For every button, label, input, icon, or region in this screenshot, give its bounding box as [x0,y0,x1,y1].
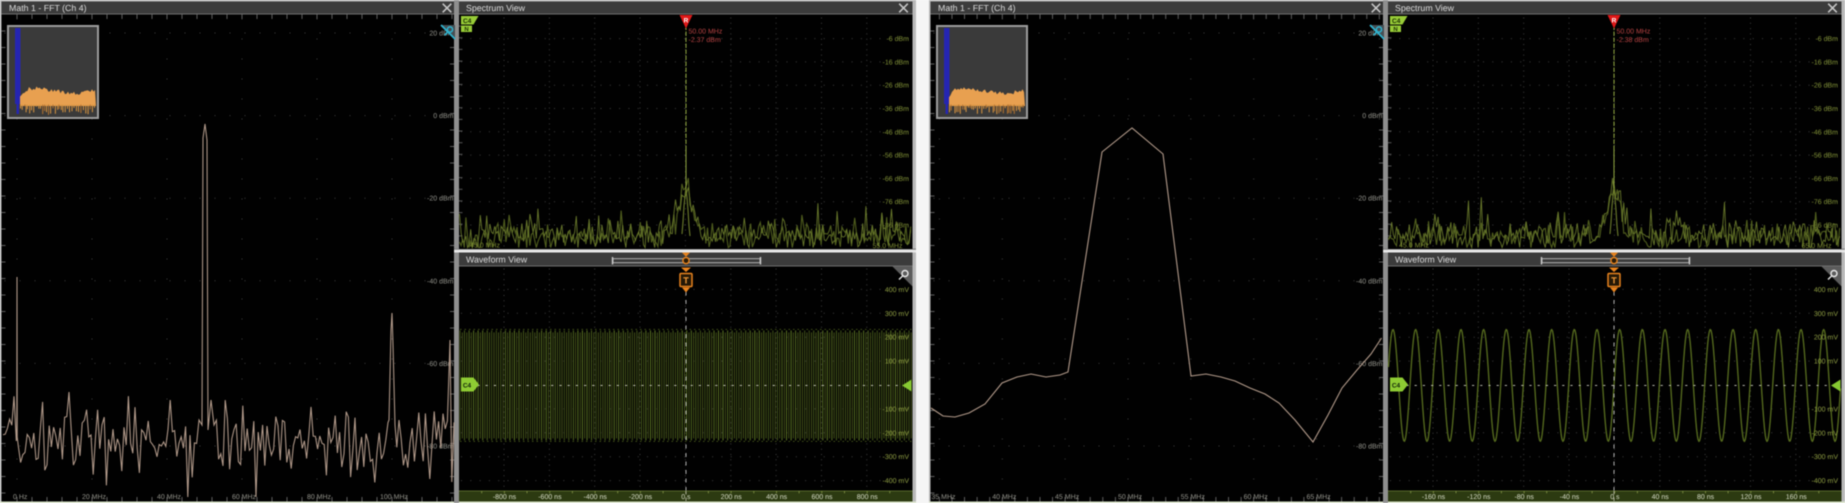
svg-text:80 MHz: 80 MHz [307,494,332,501]
svg-text:300 mV: 300 mV [1814,311,1838,318]
svg-text:-400 ns: -400 ns [584,494,608,501]
svg-text:R: R [684,18,689,25]
svg-text:-76 dBm: -76 dBm [883,198,910,206]
svg-text:40 MHz: 40 MHz [157,494,182,501]
svg-text:-16 dBm: -16 dBm [883,58,910,66]
svg-text:-300 mV: -300 mV [883,454,910,461]
svg-text:-46 dBm: -46 dBm [1812,128,1839,136]
svg-text:100 mV: 100 mV [1814,359,1838,366]
svg-text:300 mV: 300 mV [885,311,909,318]
svg-text:600 ns: 600 ns [811,494,833,501]
svg-text:800 ns: 800 ns [857,494,879,501]
svg-text:N: N [1393,26,1397,33]
svg-text:-66 dBm: -66 dBm [883,175,910,183]
svg-text:160 ns: 160 ns [1786,494,1808,501]
svg-text:100 MHz: 100 MHz [380,494,409,501]
svg-text:-2.37 dBm: -2.37 dBm [689,36,721,44]
svg-text:-26 dBm: -26 dBm [883,82,910,90]
svg-text:C4: C4 [1392,18,1401,25]
svg-text:0 s: 0 s [1610,494,1620,501]
svg-text:60 MHz: 60 MHz [232,494,257,501]
svg-text:40 MHz: 40 MHz [992,494,1017,501]
svg-text:45.0 MHz: 45.0 MHz [470,243,500,250]
svg-text:C4: C4 [1392,383,1401,390]
svg-text:-56 dBm: -56 dBm [1812,152,1839,160]
svg-text:0 dBm: 0 dBm [1362,112,1382,120]
svg-text:20 MHz: 20 MHz [82,494,107,501]
svg-text:-66 dBm: -66 dBm [1812,175,1839,183]
svg-text:55 MHz: 55 MHz [1181,494,1206,501]
svg-text:-20 dBm: -20 dBm [427,195,454,203]
svg-text:35 MHz: 35 MHz [931,494,956,501]
svg-text:0 Hz: 0 Hz [13,494,28,501]
svg-text:N: N [464,26,468,33]
svg-text:-40 ns: -40 ns [1560,494,1580,501]
svg-text:C4: C4 [463,18,472,25]
svg-text:45.0 MHz: 45.0 MHz [1399,243,1429,250]
svg-text:45 MHz: 45 MHz [1055,494,1080,501]
svg-text:C4: C4 [463,383,472,390]
svg-text:50.00 MHz: 50.00 MHz [1617,29,1651,36]
svg-text:-200 ns: -200 ns [629,494,653,501]
svg-text:40 ns: 40 ns [1652,494,1670,501]
svg-text:-6 dBm: -6 dBm [1815,35,1838,43]
svg-text:Spectrum View: Spectrum View [1395,3,1455,13]
svg-text:-800 ns: -800 ns [493,494,517,501]
svg-text:-80 dBm: -80 dBm [1356,443,1383,451]
svg-text:0 dBm: 0 dBm [433,112,453,120]
svg-text:-600 ns: -600 ns [538,494,562,501]
svg-text:T: T [1611,276,1617,286]
svg-text:-36 dBm: -36 dBm [883,105,910,113]
svg-text:Spectrum View: Spectrum View [466,3,526,13]
svg-text:200 mV: 200 mV [1814,335,1838,342]
svg-text:-100 mV: -100 mV [1812,406,1839,413]
svg-text:-100 mV: -100 mV [883,406,910,413]
svg-text:R: R [1612,18,1617,25]
svg-text:-2.38 dBm: -2.38 dBm [1617,36,1649,44]
svg-text:Math 1 - FFT (Ch 4): Math 1 - FFT (Ch 4) [9,3,87,13]
svg-text:400 ns: 400 ns [766,494,788,501]
svg-text:-40 dBm: -40 dBm [1356,277,1383,285]
svg-text:-400 mV: -400 mV [1812,478,1839,485]
svg-text:200 mV: 200 mV [885,335,909,342]
svg-text:120 ns: 120 ns [1740,494,1762,501]
svg-text:-200 mV: -200 mV [1812,430,1839,437]
svg-text:50.00 MHz: 50.00 MHz [689,29,723,36]
svg-text:-300 mV: -300 mV [1812,454,1839,461]
svg-text:Waveform View: Waveform View [1395,255,1457,265]
svg-text:60 MHz: 60 MHz [1244,494,1269,501]
svg-text:400 mV: 400 mV [1814,287,1838,294]
svg-text:Waveform View: Waveform View [466,255,528,265]
svg-text:50 MHz: 50 MHz [1118,494,1143,501]
svg-text:-46 dBm: -46 dBm [883,128,910,136]
svg-text:-80 ns: -80 ns [1514,494,1534,501]
svg-text:-16 dBm: -16 dBm [1812,58,1839,66]
svg-text:-76 dBm: -76 dBm [1812,198,1839,206]
svg-text:-40 dBm: -40 dBm [427,277,454,285]
svg-text:-56 dBm: -56 dBm [883,152,910,160]
svg-text:-120 ns: -120 ns [1467,494,1491,501]
svg-text:100 mV: 100 mV [885,359,909,366]
svg-text:-20 dBm: -20 dBm [1356,195,1383,203]
svg-text:55.0 MHz: 55.0 MHz [873,243,903,250]
svg-text:200 ns: 200 ns [721,494,743,501]
svg-text:65 MHz: 65 MHz [1307,494,1332,501]
svg-text:-400 mV: -400 mV [883,478,910,485]
svg-text:-36 dBm: -36 dBm [1812,105,1839,113]
svg-text:65.0 MHz: 65.0 MHz [1802,243,1832,250]
svg-text:T: T [683,276,689,286]
svg-text:Math 1 - FFT (Ch 4): Math 1 - FFT (Ch 4) [938,3,1016,13]
svg-text:-26 dBm: -26 dBm [1812,82,1839,90]
svg-text:80 ns: 80 ns [1697,494,1715,501]
svg-text:400 mV: 400 mV [885,287,909,294]
svg-text:-200 mV: -200 mV [883,430,910,437]
svg-text:-160 ns: -160 ns [1422,494,1446,501]
svg-text:-6 dBm: -6 dBm [886,35,909,43]
